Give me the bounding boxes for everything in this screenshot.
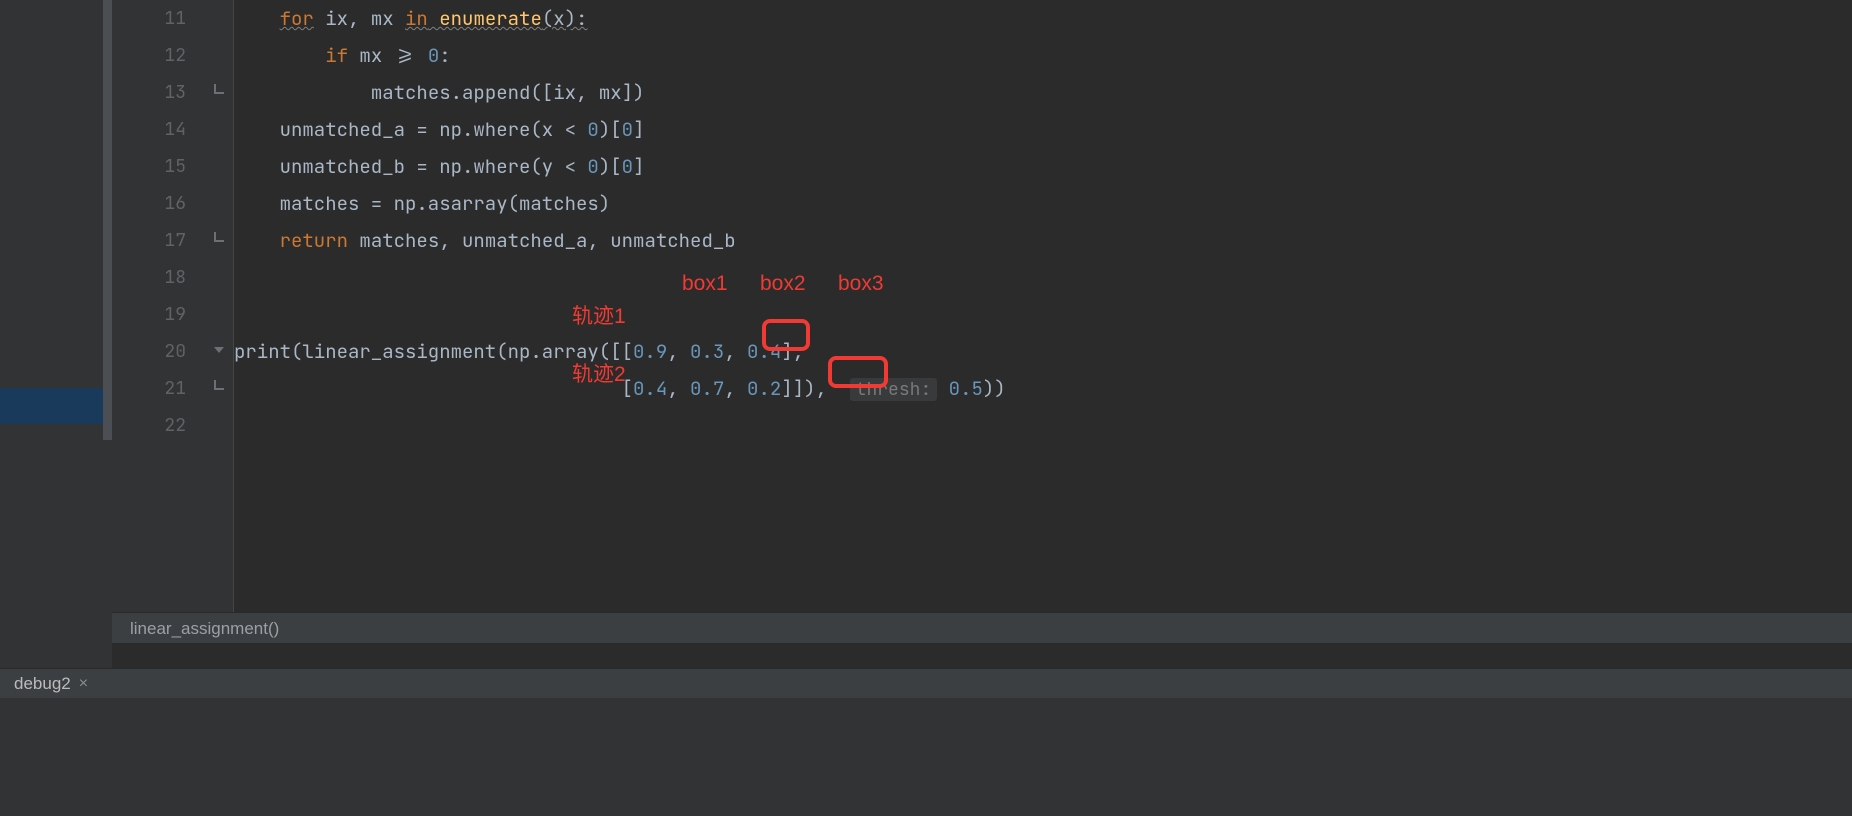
kw-in: in bbox=[405, 6, 428, 31]
code-line[interactable] bbox=[234, 259, 1852, 296]
fold-marker[interactable] bbox=[204, 111, 233, 148]
sidebar-scrollbar[interactable] bbox=[103, 0, 112, 440]
tab-label: debug2 bbox=[14, 674, 71, 694]
fold-marker[interactable] bbox=[204, 37, 233, 74]
line-number: 22 bbox=[112, 407, 204, 444]
line-number: 12 bbox=[112, 37, 204, 74]
fold-marker[interactable] bbox=[204, 407, 233, 444]
code-editor[interactable]: 11 12 13 14 15 16 17 18 19 20 21 22 for … bbox=[112, 0, 1852, 612]
fold-marker[interactable] bbox=[204, 185, 233, 222]
tok: 0 bbox=[622, 154, 633, 179]
tok: matches.append([ix bbox=[371, 80, 576, 105]
tok: unmatched_b = np.where(y < bbox=[280, 154, 588, 179]
tok: : bbox=[439, 43, 450, 68]
fold-marker[interactable] bbox=[204, 74, 233, 111]
tok: , bbox=[667, 339, 690, 364]
tok: 0 bbox=[622, 117, 633, 142]
line-number-gutter: 11 12 13 14 15 16 17 18 19 20 21 22 bbox=[112, 0, 204, 612]
tok: 0.4 bbox=[747, 339, 781, 364]
fold-marker[interactable] bbox=[204, 296, 233, 333]
tok: , bbox=[667, 376, 690, 401]
breadcrumb-item[interactable]: linear_assignment() bbox=[130, 619, 279, 638]
tok: , bbox=[724, 376, 747, 401]
fold-gutter bbox=[204, 0, 234, 612]
tok: unmatched_a bbox=[462, 228, 587, 253]
close-icon[interactable]: × bbox=[79, 675, 88, 693]
tok: ]]), bbox=[781, 376, 849, 401]
tok: , bbox=[348, 6, 371, 31]
code-line[interactable] bbox=[234, 407, 1852, 444]
tok bbox=[937, 376, 948, 401]
fold-marker[interactable] bbox=[204, 148, 233, 185]
code-line[interactable]: unmatched_b = np.where(y < 0)[0] bbox=[234, 148, 1852, 185]
line-number: 17 bbox=[112, 222, 204, 259]
tok: 0.5 bbox=[949, 376, 983, 401]
tok: , bbox=[576, 80, 599, 105]
tab-debug2[interactable]: debug2 × bbox=[4, 669, 98, 698]
tok: matches bbox=[348, 228, 439, 253]
line-number: 16 bbox=[112, 185, 204, 222]
tok: 0.9 bbox=[633, 339, 667, 364]
tok: 0.4 bbox=[633, 376, 667, 401]
tok: matches = np.asarray(matches) bbox=[280, 191, 611, 216]
line-number: 20 bbox=[112, 333, 204, 370]
code-line[interactable]: matches = np.asarray(matches) bbox=[234, 185, 1852, 222]
tok: 0.2 bbox=[747, 376, 781, 401]
line-number: 21 bbox=[112, 370, 204, 407]
tok: , bbox=[439, 228, 462, 253]
fold-marker[interactable] bbox=[204, 370, 233, 407]
tok: , bbox=[587, 228, 610, 253]
tok: mx]) bbox=[599, 80, 645, 105]
sidebar-selected-row bbox=[0, 388, 112, 424]
line-number: 13 bbox=[112, 74, 204, 111]
breadcrumb[interactable]: linear_assignment() bbox=[112, 612, 1852, 644]
tok: )[ bbox=[599, 154, 622, 179]
code-line[interactable]: unmatched_a = np.where(x < 0)[0] bbox=[234, 111, 1852, 148]
tok: [ bbox=[234, 376, 633, 401]
line-number: 11 bbox=[112, 0, 204, 37]
line-number: 19 bbox=[112, 296, 204, 333]
tok: mx >= bbox=[348, 43, 428, 68]
tok: enumerate bbox=[428, 6, 542, 31]
code-line[interactable] bbox=[234, 296, 1852, 333]
code-line[interactable]: for ix, mx in enumerate(x): bbox=[234, 0, 1852, 37]
tok: mx bbox=[371, 6, 405, 31]
kw-return: return bbox=[280, 228, 348, 253]
tok: ] bbox=[633, 117, 644, 142]
line-number: 15 bbox=[112, 148, 204, 185]
tok: 0.3 bbox=[690, 339, 724, 364]
line-number: 18 bbox=[112, 259, 204, 296]
fold-marker[interactable] bbox=[204, 333, 233, 370]
code-area[interactable]: for ix, mx in enumerate(x): if mx >= 0: … bbox=[234, 0, 1852, 612]
code-line[interactable]: print(linear_assignment(np.array([[0.9, … bbox=[234, 333, 1852, 370]
fold-marker[interactable] bbox=[204, 222, 233, 259]
fold-marker[interactable] bbox=[204, 0, 233, 37]
tok: unmatched_b bbox=[610, 228, 735, 253]
tok: )) bbox=[983, 376, 1006, 401]
parameter-hint: thresh: bbox=[850, 378, 938, 401]
kw-for: for bbox=[280, 6, 314, 31]
tok: ], bbox=[781, 339, 804, 364]
code-line[interactable]: if mx >= 0: bbox=[234, 37, 1852, 74]
code-line[interactable]: matches.append([ix, mx]) bbox=[234, 74, 1852, 111]
tok: unmatched_a = np.where(x < bbox=[280, 117, 588, 142]
tok: )[ bbox=[599, 117, 622, 142]
kw-if: if bbox=[325, 43, 348, 68]
tok: , bbox=[724, 339, 747, 364]
tok: (x): bbox=[542, 6, 588, 31]
code-line[interactable]: return matches, unmatched_a, unmatched_b bbox=[234, 222, 1852, 259]
tok: print(linear_assignment(np.array([[ bbox=[234, 339, 633, 364]
tok: ] bbox=[633, 154, 644, 179]
line-number: 14 bbox=[112, 111, 204, 148]
tok: 0 bbox=[587, 154, 598, 179]
tok: ix bbox=[314, 6, 348, 31]
code-line[interactable]: [0.4, 0.7, 0.2]]), thresh: 0.5)) bbox=[234, 370, 1852, 407]
tok: 0 bbox=[428, 43, 439, 68]
tok: 0.7 bbox=[690, 376, 724, 401]
bottom-panel bbox=[0, 698, 1852, 816]
tok: 0 bbox=[587, 117, 598, 142]
bottom-tab-bar: debug2 × bbox=[0, 668, 1852, 698]
fold-marker[interactable] bbox=[204, 259, 233, 296]
